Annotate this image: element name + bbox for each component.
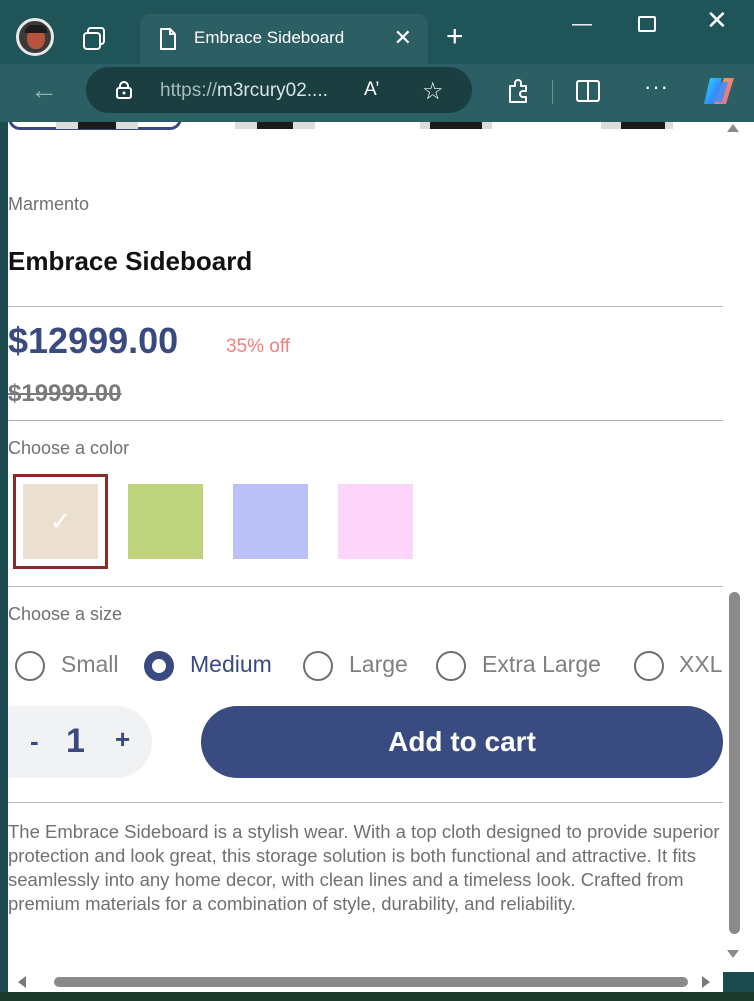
size-option-large[interactable]: Large (303, 649, 423, 683)
color-swatch[interactable] (226, 474, 321, 569)
product-page: Marmento Embrace Sideboard $12999.00 35%… (8, 122, 723, 972)
radio-button[interactable] (303, 651, 333, 681)
quantity-stepper: - 1 + (8, 706, 152, 778)
product-title: Embrace Sideboard (8, 246, 253, 276)
divider (8, 306, 723, 307)
quantity-increment-button[interactable]: + (115, 724, 130, 755)
color-swatch-fill (128, 484, 203, 559)
size-option-label: Large (349, 651, 408, 677)
browser-tab[interactable]: Embrace Sideboard ✕ (140, 14, 428, 64)
divider (8, 586, 723, 587)
original-price: $19999.00 (8, 380, 122, 407)
thumbnail-strip (8, 122, 723, 132)
product-brand: Marmento (8, 194, 90, 214)
color-swatch-selected[interactable]: ✓ (13, 474, 108, 569)
product-price: $12999.00 (8, 320, 179, 361)
read-aloud-icon[interactable]: A’ (364, 79, 379, 101)
size-option-extra-large[interactable]: Extra Large (436, 649, 616, 683)
more-icon[interactable]: ··· (644, 74, 669, 100)
size-label: Choose a size (8, 604, 123, 624)
add-to-cart-button[interactable]: Add to cart (201, 706, 723, 778)
document-icon (160, 28, 176, 50)
url-text: https://m3rcury02.... (160, 80, 328, 101)
address-bar[interactable]: https://m3rcury02.... A’ ☆ (86, 67, 472, 113)
lock-icon[interactable] (116, 81, 132, 99)
close-icon[interactable]: ✕ (394, 27, 412, 49)
scroll-right-arrow-icon[interactable] (702, 976, 710, 988)
page-viewport: Marmento Embrace Sideboard $12999.00 35%… (0, 122, 754, 972)
size-option-label: Extra Large (482, 651, 601, 677)
color-swatch[interactable] (121, 474, 216, 569)
size-option-label: Small (61, 651, 119, 677)
size-option-xxl[interactable]: XXL (634, 649, 723, 683)
color-swatch-fill (338, 484, 413, 559)
plus-icon[interactable]: + (446, 22, 464, 52)
scroll-left-arrow-icon[interactable] (18, 976, 26, 988)
size-option-label: XXL (679, 651, 723, 677)
thumbnail-image[interactable] (601, 122, 673, 129)
browser-titlebar: Embrace Sideboard ✕ + — ✕ (0, 0, 754, 64)
extensions-icon[interactable] (506, 78, 530, 104)
maximize-icon[interactable] (638, 16, 656, 32)
thumbnail-image[interactable] (56, 122, 138, 129)
toolbar-divider (552, 80, 553, 104)
size-option-small[interactable]: Small (15, 649, 135, 683)
color-swatch[interactable] (331, 474, 426, 569)
radio-button[interactable] (436, 651, 466, 681)
scroll-down-arrow-icon[interactable] (727, 950, 739, 958)
tabs-icon[interactable] (80, 24, 110, 54)
split-screen-icon[interactable] (576, 80, 600, 102)
window-close-icon[interactable]: ✕ (706, 7, 728, 33)
minimize-icon[interactable]: — (572, 14, 592, 34)
color-swatch-fill (233, 484, 308, 559)
divider (8, 802, 723, 803)
taskbar (0, 992, 754, 1001)
color-label: Choose a color (8, 438, 130, 458)
horizontal-scrollbar-thumb[interactable] (54, 977, 688, 987)
check-icon: ✓ (49, 506, 72, 536)
profile-avatar[interactable] (16, 18, 54, 56)
star-icon[interactable]: ☆ (422, 77, 444, 106)
scroll-up-arrow-icon[interactable] (727, 124, 739, 132)
browser-toolbar: ← https://m3rcury02.... A’ ☆ ··· (0, 64, 754, 122)
radio-button-selected[interactable] (144, 651, 174, 681)
thumbnail-image[interactable] (235, 122, 315, 129)
quantity-value: 1 (66, 722, 85, 760)
copilot-icon[interactable] (700, 72, 738, 110)
back-arrow-icon[interactable]: ← (30, 76, 58, 104)
vertical-scrollbar-thumb[interactable] (729, 592, 740, 934)
tab-title: Embrace Sideboard (194, 28, 345, 47)
divider (8, 420, 723, 421)
radio-button[interactable] (634, 651, 664, 681)
discount-badge: 35% off (226, 336, 291, 357)
thumbnail-image[interactable] (420, 122, 492, 129)
quantity-decrement-button[interactable]: - (30, 726, 39, 757)
size-option-label: Medium (190, 651, 272, 677)
size-option-medium[interactable]: Medium (144, 649, 294, 683)
radio-button[interactable] (15, 651, 45, 681)
product-description: The Embrace Sideboard is a stylish wear.… (8, 821, 720, 914)
color-swatch-fill: ✓ (23, 484, 98, 559)
